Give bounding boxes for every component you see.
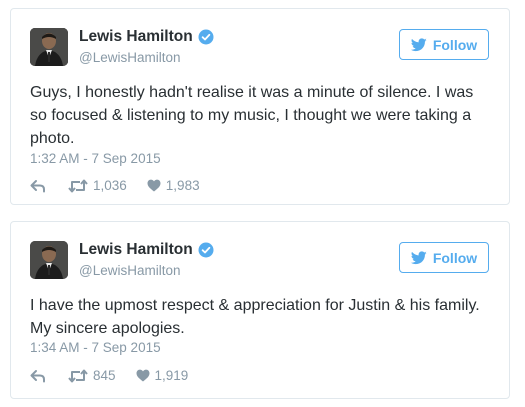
tweet-text: Guys, I honestly hadn't realise it was a… (30, 84, 474, 147)
tweet-actions: 1,036 1,983 (30, 178, 200, 193)
retweet-button[interactable]: 845 (68, 368, 116, 383)
like-button[interactable]: 1,983 (147, 178, 200, 193)
retweet-count: 1,036 (93, 178, 127, 193)
like-count: 1,919 (154, 368, 189, 383)
verified-icon (198, 29, 214, 45)
bird-icon (410, 250, 427, 265)
author-name[interactable]: Lewis Hamilton (79, 28, 214, 46)
retweet-button[interactable]: 1,036 (68, 178, 127, 193)
follow-label: Follow (432, 36, 478, 53)
reply-button[interactable] (30, 369, 46, 383)
tweet-card[interactable]: Lewis Hamilton @LewisHamilton Follow I h… (10, 221, 510, 399)
tweet-text: I have the upmost respect & appreciation… (30, 297, 480, 337)
author-name-label: Lewis Hamilton (79, 241, 193, 258)
retweet-icon (68, 179, 88, 193)
tweet-timestamp[interactable]: 1:34 AM - 7 Sep 2015 (30, 340, 161, 355)
author-name[interactable]: Lewis Hamilton (79, 241, 214, 259)
bird-icon (410, 37, 427, 52)
retweet-icon (68, 369, 88, 383)
like-count: 1,983 (165, 178, 200, 193)
avatar[interactable] (30, 241, 68, 279)
verified-icon (198, 242, 214, 258)
follow-button[interactable]: Follow (399, 29, 489, 60)
heart-icon (147, 179, 161, 192)
reply-button[interactable] (30, 179, 46, 193)
author-handle[interactable]: @LewisHamilton (79, 263, 181, 278)
avatar[interactable] (30, 28, 68, 66)
heart-icon (136, 369, 150, 382)
author-handle[interactable]: @LewisHamilton (79, 50, 181, 65)
tweet-card[interactable]: Lewis Hamilton @LewisHamilton Follow Guy… (10, 8, 510, 205)
tweet-timestamp[interactable]: 1:32 AM - 7 Sep 2015 (30, 151, 161, 166)
like-button[interactable]: 1,919 (136, 368, 189, 383)
follow-label: Follow (432, 249, 478, 266)
reply-icon (30, 369, 46, 383)
author-name-label: Lewis Hamilton (79, 28, 193, 45)
tweet-actions: 845 1,919 (30, 368, 188, 383)
follow-button[interactable]: Follow (399, 242, 489, 273)
reply-icon (30, 179, 46, 193)
retweet-count: 845 (93, 368, 116, 383)
